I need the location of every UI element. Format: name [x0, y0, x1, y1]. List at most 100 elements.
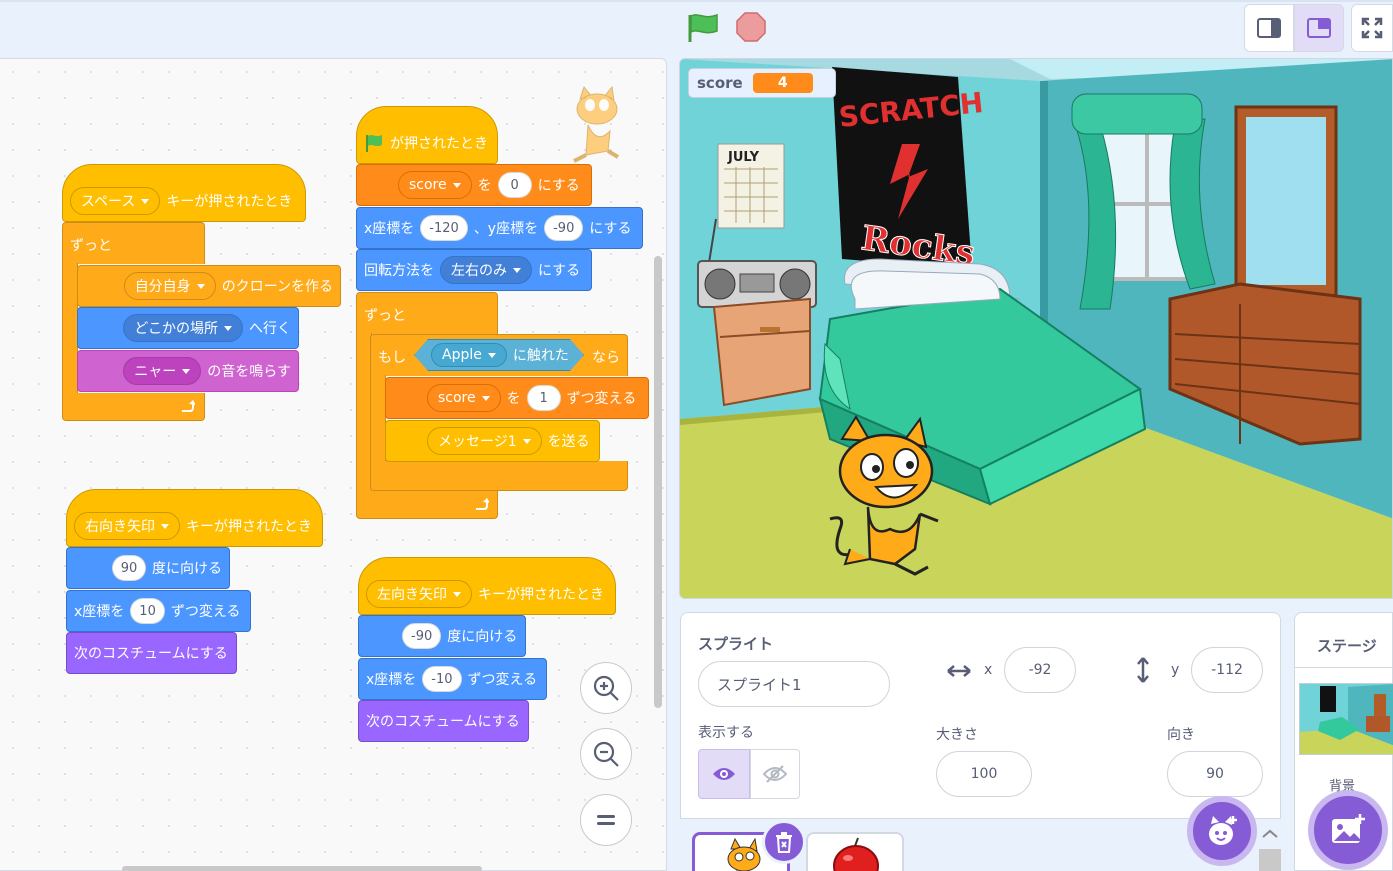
if-label: もし — [378, 350, 406, 366]
y-label: 、y座標を — [473, 221, 539, 237]
change-value-input[interactable]: 1 — [526, 385, 561, 411]
y-field[interactable]: -112 — [1191, 647, 1263, 693]
x-change-input[interactable]: 10 — [130, 598, 165, 624]
code-area[interactable]: スペース キーが押されたとき ずっと 自分自身 のクローンを作る どこかの場所 … — [0, 58, 667, 871]
change-x-block[interactable]: x座標を 10 ずつ変える — [66, 590, 251, 632]
set-variable-block[interactable]: score を 0 にする — [356, 164, 592, 206]
touching-block[interactable]: Apple に触れた — [414, 339, 584, 371]
go-to-block[interactable]: どこかの場所 へ行く — [77, 307, 299, 349]
horizontal-scrollbar[interactable] — [122, 866, 482, 871]
touching-label: に触れた — [512, 348, 569, 364]
loop-arrow-icon — [182, 400, 195, 412]
chevron-down-icon — [453, 591, 461, 597]
go-to-xy-block[interactable]: x座標を -120 、y座標を -90 にする — [356, 207, 643, 249]
rotation-style-block[interactable]: 回転方法を 左右のみ にする — [356, 249, 592, 291]
variable-value: score — [409, 177, 447, 193]
when-key-pressed-hat[interactable]: スペース キーが押されたとき — [62, 164, 306, 222]
x-input[interactable]: -120 — [420, 215, 468, 241]
fullscreen-button[interactable] — [1351, 4, 1393, 52]
rotation-value: 左右のみ — [451, 263, 507, 279]
broadcast-block[interactable]: メッセージ1 を送る — [385, 420, 600, 462]
key-dropdown[interactable]: スペース — [70, 187, 161, 215]
bedroom-thumbnail — [1300, 684, 1393, 754]
backdrop-thumbnail[interactable] — [1299, 683, 1393, 755]
show-sprite-button[interactable] — [698, 749, 750, 799]
change-by-label: を — [506, 391, 521, 407]
key-dropdown[interactable]: 左向き矢印 — [366, 580, 472, 608]
small-stage-icon — [1257, 18, 1281, 38]
equals-icon — [597, 815, 615, 825]
touching-dropdown[interactable]: Apple — [431, 343, 507, 367]
fullscreen-icon — [1361, 17, 1383, 39]
sprite-list-scrollbar[interactable] — [1259, 826, 1281, 871]
stage[interactable]: JULY SCRATCH Rocks — [679, 58, 1393, 599]
zoom-in-button[interactable] — [580, 662, 632, 714]
direction-input[interactable]: 90 — [112, 555, 146, 581]
chevron-up-icon — [1262, 829, 1278, 838]
change-x-block[interactable]: x座標を -10 ずつ変える — [358, 658, 547, 700]
green-flag-icon[interactable] — [686, 11, 720, 45]
next-costume-block[interactable]: 次のコスチュームにする — [358, 700, 529, 742]
costume-label: 次のコスチュームにする — [366, 714, 520, 730]
y-input[interactable]: -90 — [544, 215, 584, 241]
sprite-watermark — [573, 85, 620, 163]
point-direction-block[interactable]: 90 度に向ける — [66, 547, 230, 589]
rotation-dropdown[interactable]: 左右のみ — [440, 256, 532, 284]
direction-input[interactable]: -90 — [402, 623, 442, 649]
key-dropdown[interactable]: 右向き矢印 — [74, 512, 180, 540]
x-label: x座標を — [366, 672, 417, 688]
stop-sign-icon[interactable] — [735, 11, 767, 43]
normal-stage-button[interactable] — [1294, 4, 1344, 52]
when-flag-clicked-hat[interactable]: が押されたとき — [356, 106, 498, 164]
zoom-reset-button[interactable] — [580, 794, 632, 846]
variable-dropdown[interactable]: score — [398, 171, 472, 199]
direction-label: 向き — [1167, 727, 1195, 743]
size-field[interactable]: 100 — [936, 751, 1032, 797]
goto-target-dropdown[interactable]: どこかの場所 — [123, 314, 243, 342]
y-label: y — [1171, 662, 1180, 678]
point-direction-block[interactable]: -90 度に向ける — [358, 615, 526, 657]
x-change-input[interactable]: -10 — [422, 666, 462, 692]
stage-header — [0, 0, 1393, 58]
sprite-name-field[interactable]: スプライト1 — [698, 661, 890, 707]
hat-label: キーが押されたとき — [166, 194, 293, 210]
hide-sprite-button[interactable] — [750, 749, 800, 799]
change-variable-block[interactable]: score を 1 ずつ変える — [385, 377, 649, 419]
sprite-title: スプライト — [698, 635, 774, 653]
play-sound-block[interactable]: ニャー の音を鳴らす — [77, 350, 299, 392]
size-label: 大きさ — [936, 727, 978, 743]
vertical-scrollbar[interactable] — [654, 256, 662, 708]
change-end-label: ずつ変える — [566, 391, 637, 407]
when-right-key-hat[interactable]: 右向き矢印 キーが押されたとき — [66, 489, 323, 547]
if-arm — [370, 375, 386, 461]
monitor-value: 4 — [752, 73, 813, 93]
clone-target-dropdown[interactable]: 自分自身 — [123, 272, 216, 300]
direction-field[interactable]: 90 — [1167, 751, 1263, 797]
create-clone-block[interactable]: 自分自身 のクローンを作る — [77, 265, 341, 307]
variable-dropdown[interactable]: score — [427, 384, 501, 412]
zoom-out-button[interactable] — [580, 728, 632, 780]
forever-block[interactable]: ずっと — [62, 222, 205, 264]
small-stage-button[interactable] — [1244, 4, 1294, 52]
when-left-key-hat[interactable]: 左向き矢印 キーが押されたとき — [358, 557, 616, 615]
sprite-thumb-apple[interactable] — [806, 832, 904, 871]
choose-backdrop-button[interactable] — [1308, 790, 1388, 870]
next-costume-block[interactable]: 次のコスチュームにする — [66, 632, 237, 674]
green-flag-icon — [366, 135, 382, 152]
chevron-down-icon — [182, 368, 191, 374]
x-change-label: ずつ変える — [170, 604, 241, 620]
clone-target-value: 自分自身 — [134, 279, 191, 295]
key-value: 左向き矢印 — [377, 587, 447, 603]
delete-sprite-button[interactable] — [762, 820, 806, 864]
eye-slash-icon — [763, 765, 787, 783]
message-dropdown[interactable]: メッセージ1 — [427, 427, 542, 455]
add-backdrop-icon — [1332, 814, 1365, 843]
sound-dropdown[interactable]: ニャー — [123, 357, 202, 385]
choose-sprite-button[interactable] — [1187, 796, 1257, 866]
forever-foot — [356, 491, 498, 519]
score-monitor[interactable]: score 4 — [688, 68, 836, 98]
zoom-in-icon — [593, 675, 619, 701]
x-field[interactable]: -92 — [1004, 647, 1076, 693]
set-value-input[interactable]: 0 — [497, 172, 532, 198]
forever-block[interactable]: ずっと — [356, 292, 498, 334]
